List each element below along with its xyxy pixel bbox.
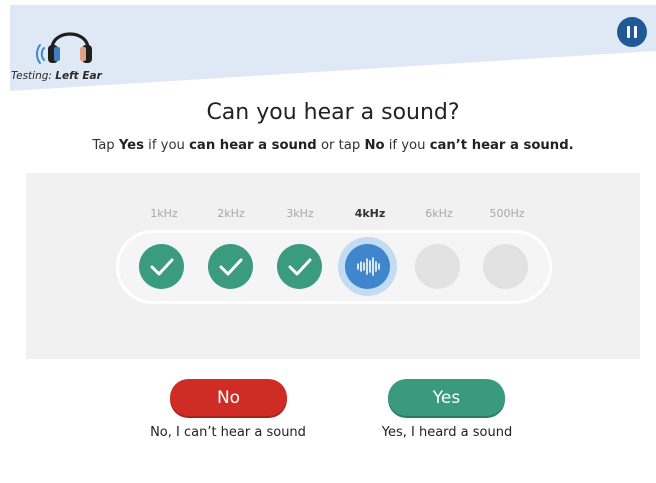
check-icon [207, 244, 253, 289]
freq-label-1khz: 1kHz [150, 207, 178, 220]
sound-wave-icon [344, 244, 390, 289]
testing-ear-label: Testing: Left Ear [11, 70, 102, 82]
headphones-icon [35, 15, 105, 67]
freq-label-2khz: 2kHz [217, 207, 245, 220]
freq-label-3khz: 3kHz [286, 207, 314, 220]
pause-icon [627, 26, 630, 38]
page-title: Can you hear a sound? [206, 100, 460, 125]
check-icon [138, 244, 184, 289]
check-icon [276, 244, 322, 289]
frequency-test-panel: 1kHz 2kHz 3kHz 4kHz 6kHz 500Hz [26, 173, 640, 359]
header-band [10, 5, 656, 95]
instruction-text: Tap Yes if you can hear a sound or tap N… [92, 138, 574, 153]
no-caption: No, I can’t hear a sound [150, 425, 306, 440]
freq-label-500hz: 500Hz [489, 207, 525, 220]
pending-step-circle [482, 244, 528, 289]
ear-label-value: Left Ear [55, 70, 102, 82]
ear-label-prefix: Testing: [11, 70, 56, 82]
hearing-test-screen: Testing: Left Ear Can you hear a sound? … [10, 5, 656, 483]
freq-label-6khz: 6kHz [425, 207, 453, 220]
pause-button[interactable] [617, 17, 647, 47]
pending-step-circle [414, 244, 460, 289]
freq-label-4khz: 4kHz [354, 207, 386, 220]
yes-caption: Yes, I heard a sound [381, 425, 513, 440]
no-button[interactable]: No [170, 379, 287, 416]
yes-button[interactable]: Yes [388, 379, 505, 416]
